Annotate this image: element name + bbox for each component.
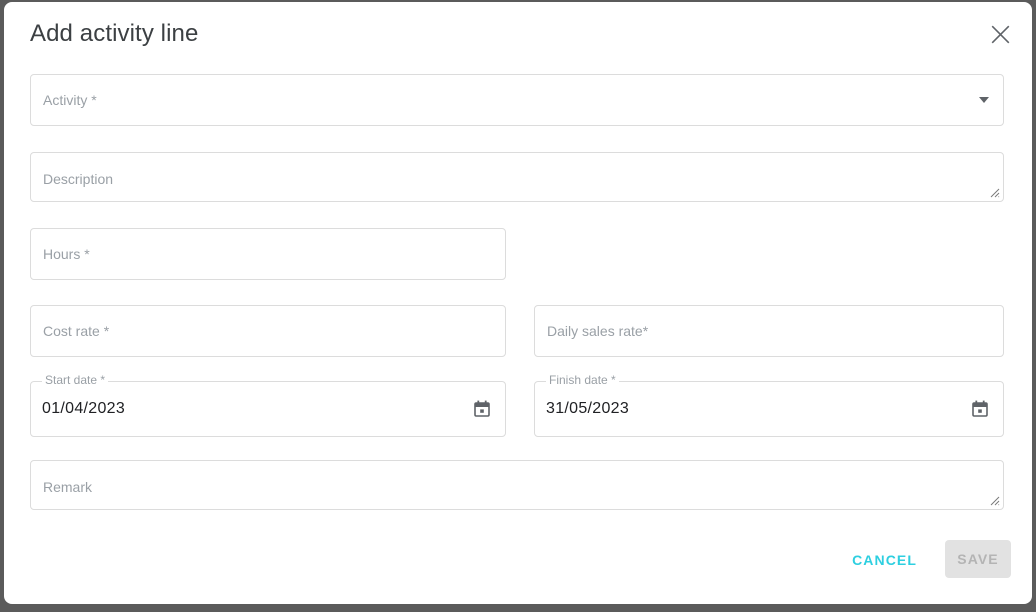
remark-textarea[interactable]: Remark bbox=[30, 460, 1004, 510]
calendar-icon[interactable] bbox=[468, 395, 496, 423]
cost-rate-placeholder: Cost rate * bbox=[43, 323, 110, 339]
finish-date-label: Finish date * bbox=[546, 373, 619, 387]
daily-sales-rate-input[interactable]: Daily sales rate* bbox=[534, 305, 1004, 357]
finish-date-value: 31/05/2023 bbox=[546, 400, 630, 417]
save-button[interactable]: SAVE bbox=[945, 540, 1011, 578]
activity-select[interactable]: Activity * bbox=[30, 74, 1004, 126]
description-textarea[interactable]: Description bbox=[30, 152, 1004, 202]
remark-placeholder: Remark bbox=[43, 479, 93, 495]
start-date-label: Start date * bbox=[42, 373, 109, 387]
start-date-value: 01/04/2023 bbox=[42, 400, 126, 417]
resize-handle-icon[interactable] bbox=[988, 186, 1000, 198]
add-activity-line-dialog: Add activity line Activity * Description… bbox=[4, 2, 1032, 604]
chevron-down-icon[interactable] bbox=[979, 97, 989, 103]
activity-select-placeholder: Activity * bbox=[43, 92, 97, 108]
hours-placeholder: Hours * bbox=[43, 246, 90, 262]
description-placeholder: Description bbox=[43, 171, 114, 187]
cancel-button[interactable]: CANCEL bbox=[838, 542, 931, 578]
finish-date-field[interactable]: Finish date * 31/05/2023 bbox=[534, 373, 1004, 437]
activity-line-form: Activity * Description Hours * Cost rate… bbox=[4, 2, 1032, 604]
calendar-icon[interactable] bbox=[966, 395, 994, 423]
hours-input[interactable]: Hours * bbox=[30, 228, 506, 280]
daily-sales-rate-placeholder: Daily sales rate* bbox=[547, 323, 649, 339]
calendar-icon-glyph bbox=[474, 400, 490, 417]
calendar-icon-glyph bbox=[972, 400, 988, 417]
start-date-field[interactable]: Start date * 01/04/2023 bbox=[30, 373, 506, 437]
cost-rate-input[interactable]: Cost rate * bbox=[30, 305, 506, 357]
resize-handle-icon[interactable] bbox=[988, 494, 1000, 506]
